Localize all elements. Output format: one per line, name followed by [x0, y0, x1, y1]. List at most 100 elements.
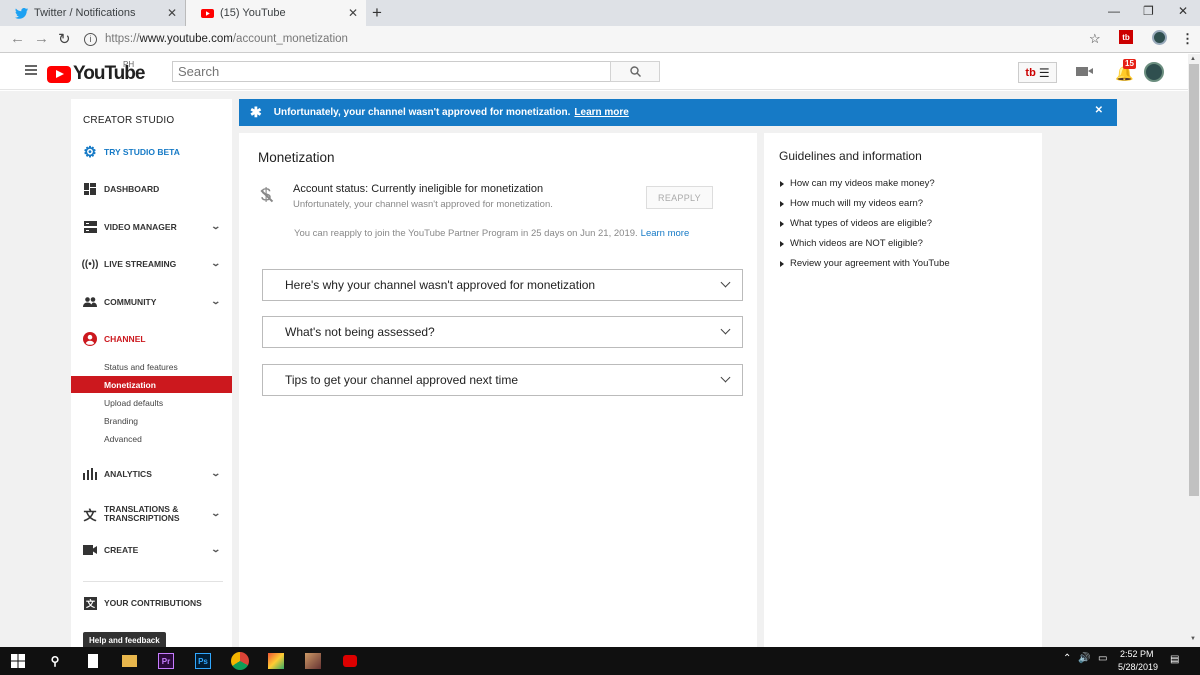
accordion-tips[interactable]: Tips to get your channel approved next t… — [262, 364, 743, 396]
sidebar-item-analytics[interactable]: ANALYTICS ⌄ — [71, 464, 232, 484]
triangle-right-icon — [780, 240, 784, 247]
browser-tab-youtube[interactable]: (15) YouTube ✕ — [186, 0, 366, 26]
restore-icon[interactable]: ❐ — [1143, 4, 1154, 18]
search-icon[interactable]: ⚲ — [47, 653, 63, 669]
sidebar-item-create[interactable]: CREATE ⌄ — [71, 540, 232, 560]
browser-tab-twitter[interactable]: Twitter / Notifications ✕ — [0, 0, 186, 26]
sidebar-item-community[interactable]: COMMUNITY ⌄ — [71, 292, 232, 312]
chevron-down-icon[interactable]: ⌄ — [211, 221, 222, 232]
info-icon[interactable]: i — [84, 32, 97, 46]
account-avatar[interactable] — [1144, 62, 1164, 82]
tray-chevron-up-icon[interactable]: ⌃ — [1063, 653, 1071, 664]
windows-start-icon[interactable] — [10, 653, 26, 669]
chrome-menu-icon[interactable]: ⋮ — [1181, 31, 1194, 47]
tubebuddy-menu-button[interactable]: tb ☰ — [1018, 62, 1057, 83]
app-icon[interactable] — [305, 653, 321, 669]
sidebar-item-label: VIDEO MANAGER — [104, 222, 177, 232]
sidebar-subitem-branding[interactable]: Branding — [71, 412, 232, 429]
sidebar-item-your-contributions[interactable]: 文 YOUR CONTRIBUTIONS — [71, 593, 232, 613]
action-center-icon[interactable]: ▤ — [1170, 654, 1179, 665]
sidebar-item-label: CHANNEL — [104, 334, 146, 344]
close-tab-icon[interactable]: ✕ — [348, 6, 358, 20]
sidebar-subitem-upload-defaults[interactable]: Upload defaults — [71, 394, 232, 411]
chevron-down-icon[interactable]: ⌄ — [211, 258, 222, 269]
sidebar-subitem-advanced[interactable]: Advanced — [71, 430, 232, 447]
guideline-link[interactable]: How much will my videos earn? — [780, 198, 923, 209]
photoshop-icon[interactable]: Ps — [195, 653, 211, 669]
hamburger-menu-icon[interactable] — [25, 65, 37, 75]
chevron-down-icon[interactable]: ⌄ — [211, 508, 222, 519]
back-arrow-icon[interactable]: ← — [10, 30, 25, 47]
scroll-up-arrow-icon[interactable]: ▲ — [1190, 56, 1196, 62]
youtube-logo[interactable]: YouTube PH — [47, 60, 145, 85]
accordion-why-not-approved[interactable]: Here's why your channel wasn't approved … — [262, 269, 743, 301]
reapply-button[interactable]: REAPPLY — [646, 186, 713, 209]
search-icon — [629, 66, 641, 77]
sidebar-item-dashboard[interactable]: DASHBOARD — [71, 179, 232, 199]
sidebar-item-label: ANALYTICS — [104, 469, 152, 479]
file-explorer-icon[interactable] — [121, 653, 137, 669]
sidebar-item-label: CREATE — [104, 545, 139, 555]
taskbar-clock-time[interactable]: 2:52 PM — [1120, 649, 1154, 659]
bookmark-star-icon[interactable]: ☆ — [1089, 31, 1101, 47]
sidebar-item-video-manager[interactable]: VIDEO MANAGER ⌄ — [71, 217, 232, 237]
triangle-right-icon — [780, 180, 784, 187]
tubebuddy-extension-icon[interactable]: tb — [1119, 30, 1133, 44]
new-tab-button[interactable]: + — [372, 3, 382, 23]
sidebar-item-label: LIVE STREAMING — [104, 259, 177, 269]
sidebar-item-live-streaming[interactable]: ((•)) LIVE STREAMING ⌄ — [71, 254, 232, 274]
guideline-link[interactable]: How can my videos make money? — [780, 178, 935, 189]
banner-learn-more-link[interactable]: Learn more — [574, 107, 628, 118]
youtube-header: YouTube PH tb ☰ 🔔 15 — [0, 54, 1188, 90]
guideline-label: How much will my videos earn? — [790, 198, 924, 209]
profile-avatar-icon[interactable] — [1152, 30, 1167, 45]
scroll-down-arrow-icon[interactable]: ▼ — [1190, 636, 1196, 642]
accordion-label: Tips to get your channel approved next t… — [285, 373, 519, 387]
sidebar-item-channel[interactable]: CHANNEL — [71, 329, 232, 349]
banner-close-icon[interactable]: ✕ — [1095, 105, 1103, 116]
triangle-right-icon — [780, 200, 784, 207]
guideline-link[interactable]: Review your agreement with YouTube — [780, 258, 950, 269]
triangle-right-icon — [780, 220, 784, 227]
chrome-icon[interactable] — [231, 652, 249, 670]
sidebar-item-label: COMMUNITY — [104, 297, 157, 307]
accordion-not-assessed[interactable]: What's not being assessed? — [262, 316, 743, 348]
media-app-icon[interactable] — [342, 653, 358, 669]
address-bar[interactable]: i https:// www.youtube.com /account_mone… — [84, 28, 1084, 50]
upload-video-icon[interactable] — [1076, 67, 1093, 76]
sidebar-item-translations[interactable]: 文 TRANSLATIONS & TRANSCRIPTIONS ⌄ — [71, 502, 232, 526]
tab-title: Twitter / Notifications — [34, 7, 136, 19]
sidebar-item-label: TRY STUDIO BETA — [104, 147, 180, 157]
sidebar-item-label-group: TRANSLATIONS & TRANSCRIPTIONS — [104, 505, 180, 523]
scrollbar-thumb[interactable] — [1189, 64, 1199, 496]
search-button[interactable] — [610, 61, 660, 82]
tab-title: (15) YouTube — [220, 7, 286, 19]
chevron-down-icon[interactable]: ⌄ — [211, 468, 222, 479]
reload-icon[interactable]: ↻ — [58, 30, 71, 48]
guideline-link[interactable]: What types of videos are eligible? — [780, 218, 932, 229]
url-host: www.youtube.com — [139, 33, 233, 45]
taskbar-clock-date[interactable]: 5/28/2019 — [1118, 662, 1158, 672]
sidebar-subitem-status-and-features[interactable]: Status and features — [71, 358, 232, 375]
reapply-note: You can reapply to join the YouTube Part… — [294, 228, 689, 239]
window-close-icon[interactable]: ✕ — [1178, 4, 1188, 18]
volume-icon[interactable]: 🔊 — [1078, 653, 1090, 664]
minimize-icon[interactable]: — — [1108, 4, 1120, 18]
forward-arrow-icon[interactable]: → — [34, 30, 49, 47]
chevron-down-icon[interactable]: ⌄ — [211, 544, 222, 555]
chevron-down-icon[interactable]: ⌄ — [211, 296, 222, 307]
search-input[interactable] — [172, 61, 611, 82]
network-icon[interactable]: ▭ — [1098, 653, 1107, 664]
sidebar-item-try-studio-beta[interactable]: ⚙ TRY STUDIO BETA — [71, 142, 232, 162]
file-icon[interactable] — [85, 653, 101, 669]
close-tab-icon[interactable]: ✕ — [167, 6, 177, 20]
people-icon — [82, 297, 98, 307]
chevron-down-icon — [720, 277, 731, 288]
guideline-link[interactable]: Which videos are NOT eligible? — [780, 238, 923, 249]
sidebar-subitem-monetization[interactable]: Monetization — [71, 376, 232, 393]
sidebar-item-label: DASHBOARD — [104, 184, 160, 194]
game-icon[interactable] — [268, 653, 284, 669]
premiere-pro-icon[interactable]: Pr — [158, 653, 174, 669]
reapply-learn-more-link[interactable]: Learn more — [641, 228, 690, 239]
account-status-detail: Unfortunately, your channel wasn't appro… — [293, 199, 553, 210]
